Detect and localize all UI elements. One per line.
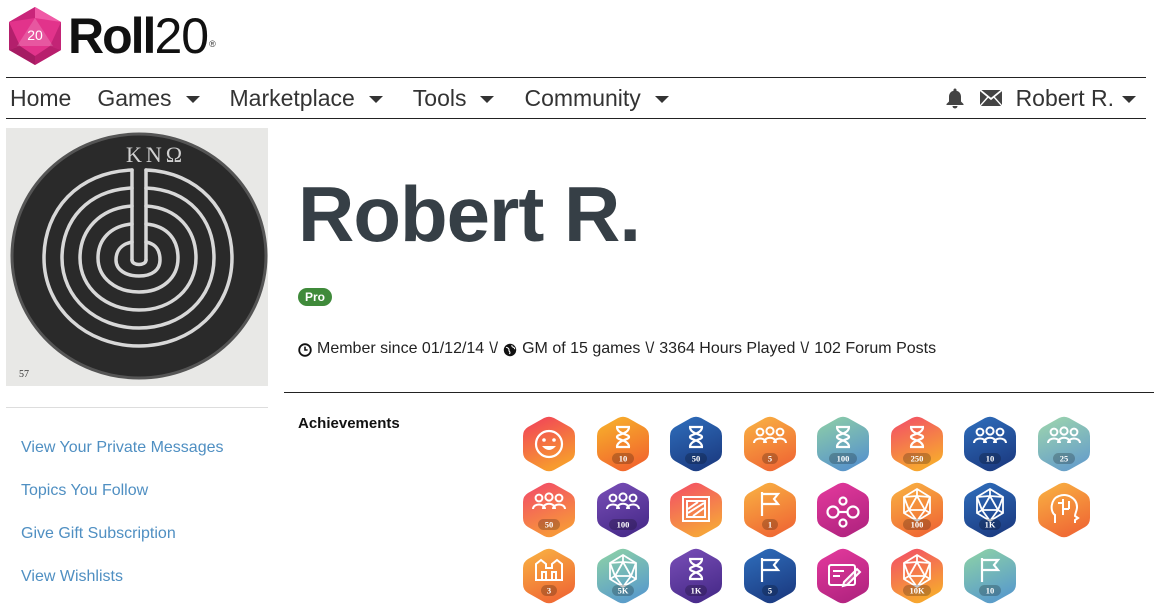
stat-separator: \/ <box>489 340 499 357</box>
achievement-badge[interactable]: 25 <box>1037 416 1091 472</box>
achievement-badge[interactable]: 100 <box>890 482 944 538</box>
achievement-count: 1 <box>768 520 772 530</box>
achievement-count: 5 <box>768 454 772 464</box>
page-title: Robert R. <box>298 170 641 258</box>
achievement-count: 10K <box>909 586 925 596</box>
achievement-count: 25 <box>1060 454 1069 464</box>
achievement-badge[interactable]: 100 <box>596 482 650 538</box>
stat-separator: \/ <box>800 340 810 357</box>
achievement-count: 100 <box>837 454 850 464</box>
achievement-badge[interactable]: 3 <box>522 548 576 604</box>
labyrinth-coin-image: ΚΝΩ <box>6 128 268 386</box>
hours-played: 3364 Hours Played <box>659 340 796 357</box>
chevron-down-icon <box>654 96 669 103</box>
achievement-count: 10 <box>986 586 995 596</box>
die-number: 20 <box>27 27 43 43</box>
nav-community-label: Community <box>524 84 641 111</box>
achievement-badge[interactable] <box>522 416 576 472</box>
achievement-count: 5K <box>618 586 629 596</box>
nav-community[interactable]: Community <box>524 84 669 112</box>
board-icon <box>682 496 710 522</box>
achievement-count: 250 <box>911 454 924 464</box>
achievement-count: 50 <box>545 520 554 530</box>
chevron-down-icon <box>185 96 200 103</box>
chevron-down-icon <box>368 96 383 103</box>
brand-wordmark: Roll20 <box>68 6 209 66</box>
stat-separator: \/ <box>645 340 655 357</box>
profile-divider <box>284 392 1154 393</box>
d20-logo-icon: 20 <box>9 7 61 65</box>
sidebar-link-gift-subscription[interactable]: Give Gift Subscription <box>21 523 223 566</box>
achievement-count: 100 <box>911 520 924 530</box>
achievement-badge[interactable]: 10K <box>890 548 944 604</box>
pro-badge: Pro <box>298 288 333 306</box>
achievement-badge[interactable] <box>816 548 870 604</box>
profile-stats: Member since 01/12/14 \/ GM of 15 games … <box>298 340 936 358</box>
achievement-count: 1K <box>691 586 702 596</box>
user-menu-label: Robert R. <box>1015 84 1114 111</box>
nav-right: Robert R. <box>944 85 1146 112</box>
nav-marketplace[interactable]: Marketplace <box>230 85 383 112</box>
achievement-badge[interactable]: 1 <box>743 482 797 538</box>
sidebar-link-private-messages[interactable]: View Your Private Messages <box>21 437 223 480</box>
roll20-logo[interactable]: 20 Roll20 ® <box>6 6 216 66</box>
nav-tools-label: Tools <box>412 84 467 111</box>
achievement-badge[interactable] <box>669 482 723 538</box>
nav-games[interactable]: Games <box>97 84 200 112</box>
sidebar-link-wishlists[interactable]: View Wishlists <box>21 566 223 609</box>
avatar: ΚΝΩ 57 <box>6 128 268 386</box>
achievement-count: 100 <box>617 520 630 530</box>
achievements-heading: Achievements <box>298 415 400 432</box>
achievement-count: 10 <box>986 454 995 464</box>
nav-home[interactable]: Home <box>10 85 71 112</box>
achievement-badge[interactable] <box>1037 482 1091 538</box>
achievement-count: 5 <box>768 586 772 596</box>
achievement-badge[interactable]: 10 <box>963 548 1017 604</box>
achievement-badge[interactable]: 10 <box>596 416 650 472</box>
sidebar-divider <box>6 407 268 408</box>
achievement-badge[interactable]: 100 <box>816 416 870 472</box>
achievement-badge[interactable]: 1K <box>963 482 1017 538</box>
main-nav: Home Games Marketplace Tools Community R… <box>6 77 1146 119</box>
achievement-count: 50 <box>692 454 701 464</box>
avatar-caption: 57 <box>19 369 29 380</box>
bell-icon[interactable] <box>944 87 966 109</box>
achievement-count: 3 <box>547 586 551 596</box>
nav-games-label: Games <box>97 84 172 111</box>
achievement-badge[interactable]: 50 <box>522 482 576 538</box>
achievement-badge[interactable]: 5 <box>743 548 797 604</box>
member-since: Member since 01/12/14 <box>317 340 485 357</box>
forum-posts: 102 Forum Posts <box>814 340 937 357</box>
coin-inscription: ΚΝΩ <box>126 142 186 167</box>
clock-icon <box>298 342 312 357</box>
achievement-count: 10 <box>619 454 628 464</box>
achievement-badge[interactable]: 250 <box>890 416 944 472</box>
mail-icon[interactable] <box>979 87 1002 109</box>
achievement-badge[interactable]: 1K <box>669 548 723 604</box>
nav-home-label: Home <box>10 84 72 111</box>
achievement-badge[interactable]: 5K <box>596 548 650 604</box>
achievement-badge[interactable]: 5 <box>743 416 797 472</box>
chevron-down-icon <box>480 96 495 103</box>
user-menu[interactable]: Robert R. <box>1016 85 1136 112</box>
nav-marketplace-label: Marketplace <box>229 84 355 111</box>
sidebar-link-topics-you-follow[interactable]: Topics You Follow <box>21 480 223 523</box>
achievement-badge[interactable] <box>816 482 870 538</box>
achievement-badge[interactable]: 50 <box>669 416 723 472</box>
gm-games: GM of 15 games <box>522 340 641 357</box>
globe-icon <box>503 343 517 356</box>
chevron-down-icon <box>1122 96 1136 103</box>
achievement-count: 1K <box>985 520 996 530</box>
registered-mark: ® <box>209 39 216 49</box>
brand-name: Roll <box>68 8 156 64</box>
nav-tools[interactable]: Tools <box>413 85 495 112</box>
brand-number: 20 <box>154 8 209 64</box>
achievement-badge[interactable]: 10 <box>963 416 1017 472</box>
sidebar-links: View Your Private Messages Topics You Fo… <box>21 437 223 609</box>
